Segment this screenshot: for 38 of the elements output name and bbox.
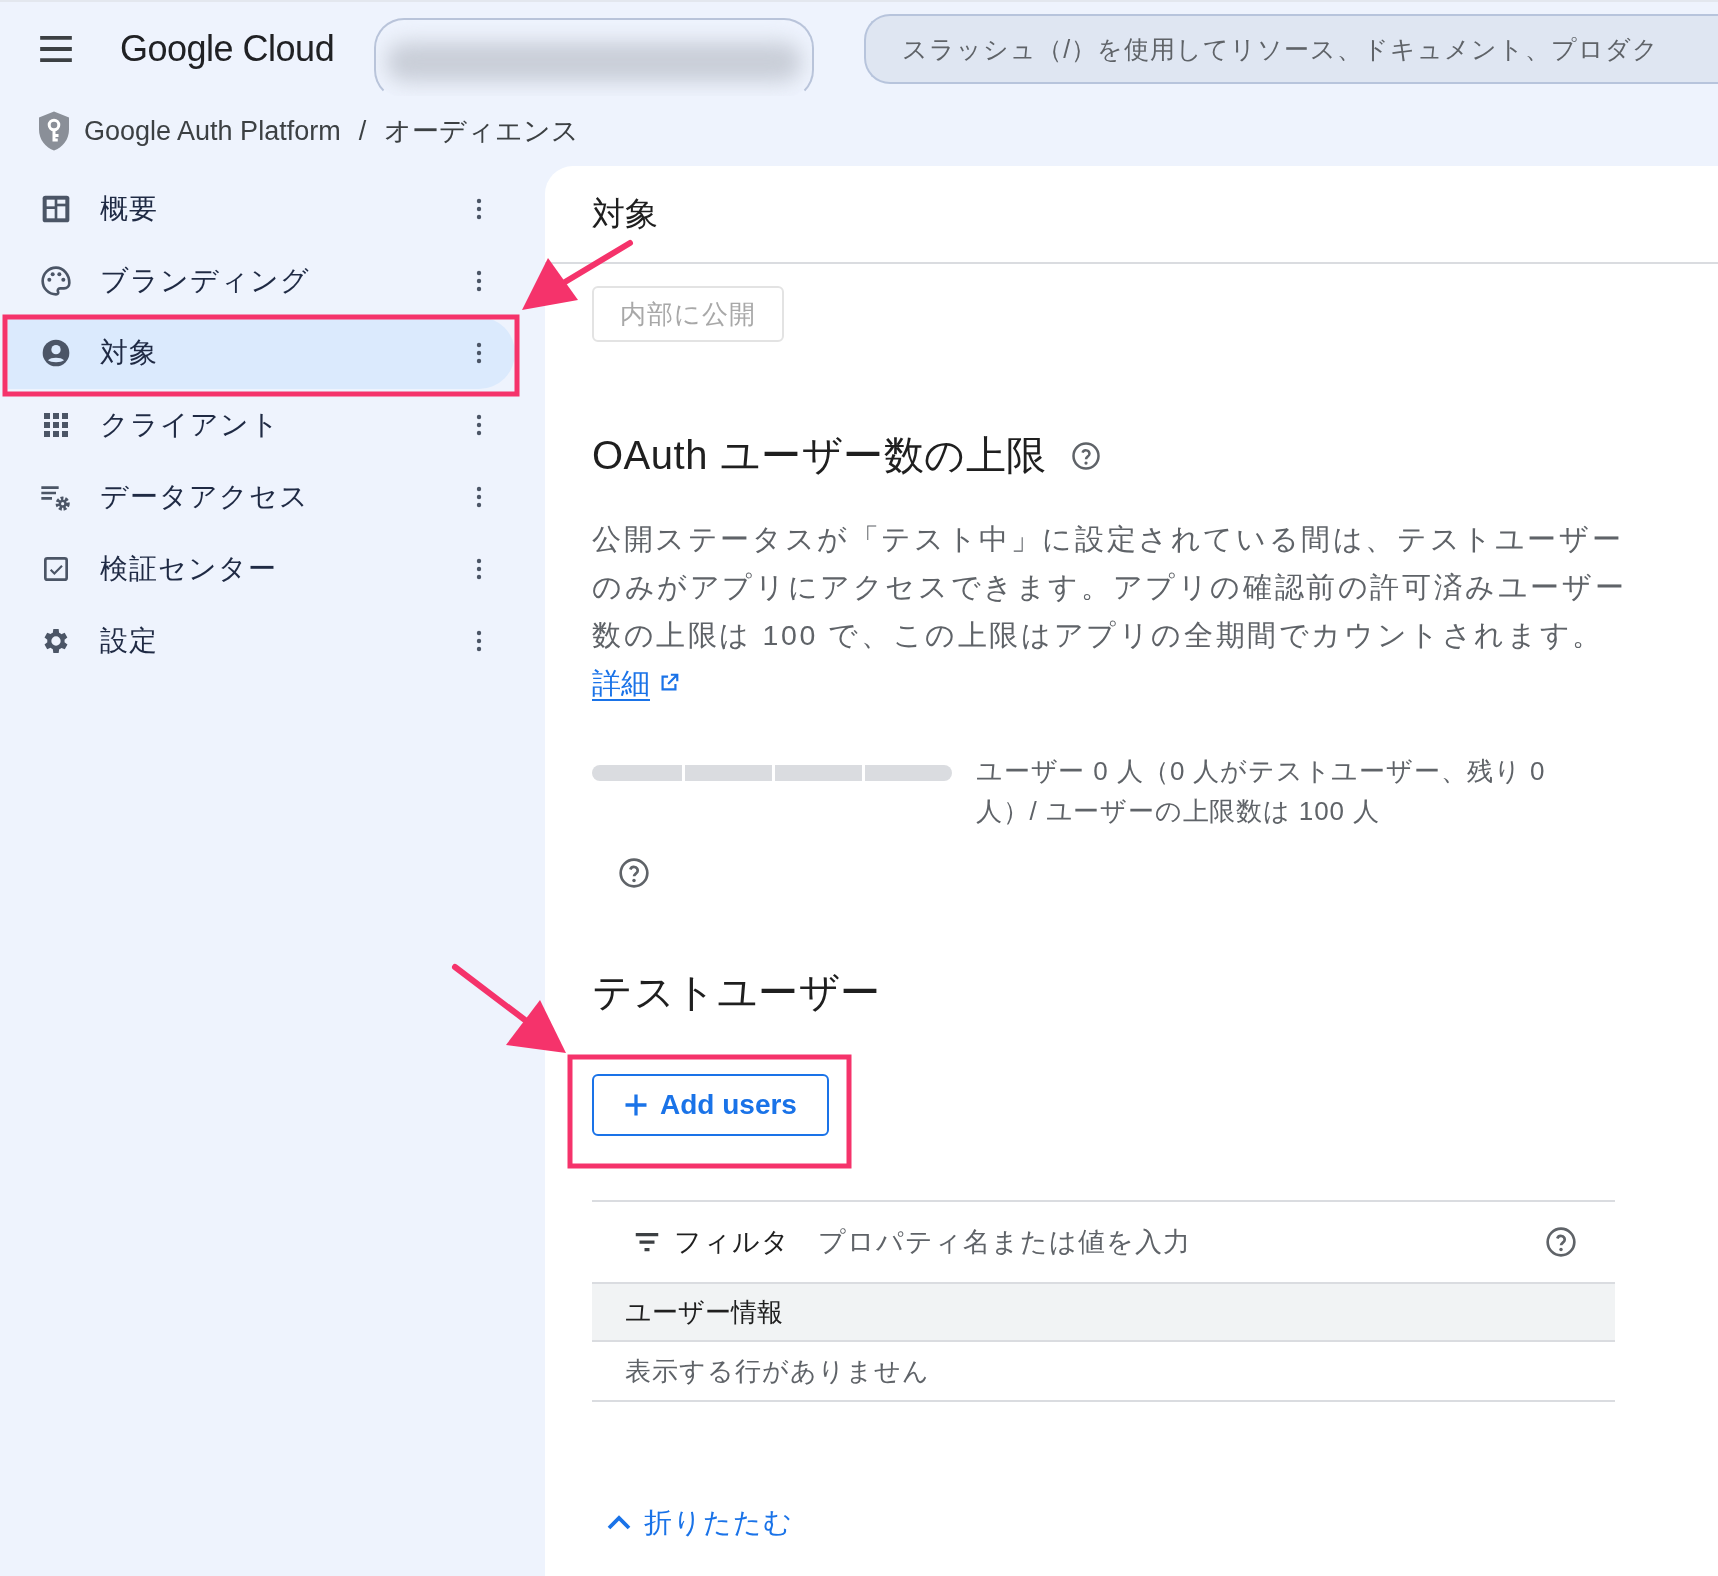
sidebar-item[interactable]: 概要 xyxy=(8,173,515,245)
help-icon[interactable] xyxy=(1070,440,1101,471)
description-text: 公開ステータスが「テスト中」に設定されている間は、テストユーザーのみがアプリにアクセスできます。アプリの確認前の許可済みユーザー数の上限は 100 で、この上限はアプリの全期間でカウントされます。 xyxy=(592,522,1628,653)
sidebar-item[interactable]: 検証センター xyxy=(8,533,515,605)
sidebar-item[interactable]: 設定 xyxy=(8,605,515,677)
more-vert-icon[interactable] xyxy=(475,341,483,365)
empty-table-message: 表示する行がありません xyxy=(624,1354,931,1388)
google-cloud-logo[interactable]: Google Cloud xyxy=(120,28,335,70)
shield-key-icon xyxy=(36,110,72,152)
more-vert-icon[interactable] xyxy=(475,413,483,437)
section-heading: テストユーザー xyxy=(592,969,881,1016)
more-vert-icon[interactable] xyxy=(475,557,483,581)
breadcrumb-separator: / xyxy=(358,115,367,147)
sidebar-item[interactable]: データアクセス xyxy=(8,461,515,533)
sidebar-item[interactable]: 対象 xyxy=(8,317,515,389)
page-title: 対象 xyxy=(592,193,658,234)
add-users-button[interactable]: Add users xyxy=(592,1074,829,1136)
column-header: ユーザー情報 xyxy=(625,1295,783,1329)
external-link-icon xyxy=(658,672,680,694)
sidebar-item[interactable]: クライアント xyxy=(8,389,515,461)
filter-label: フィルタ xyxy=(674,1226,790,1259)
more-vert-icon[interactable] xyxy=(475,485,483,509)
more-vert-icon[interactable] xyxy=(475,629,483,653)
section-heading: OAuth ユーザー数の上限 xyxy=(592,432,1047,479)
breadcrumb-link[interactable]: Google Auth Platform xyxy=(84,115,341,147)
sidebar-item[interactable]: ブランディング xyxy=(8,245,515,317)
help-icon[interactable] xyxy=(618,857,650,889)
more-vert-icon[interactable] xyxy=(475,269,483,293)
learn-more-link[interactable]: 詳細 xyxy=(592,659,680,707)
usage-text: ユーザー 0 人（0 人がテストユーザー、残り 0 人）/ ユーザーの上限数は 100 人 xyxy=(976,755,1547,828)
breadcrumb-current: オーディエンス xyxy=(384,115,580,148)
more-vert-icon[interactable] xyxy=(475,197,483,221)
dashboard-icon xyxy=(40,193,72,225)
help-icon[interactable] xyxy=(1545,1226,1577,1258)
search-field[interactable]: スラッシュ（/）を使用してリソース、ドキュメント、プロダク xyxy=(864,14,1718,84)
collapse-button[interactable]: 折りたたむ xyxy=(604,1504,793,1542)
account-circle-icon xyxy=(40,337,72,369)
palette-icon xyxy=(40,265,72,297)
